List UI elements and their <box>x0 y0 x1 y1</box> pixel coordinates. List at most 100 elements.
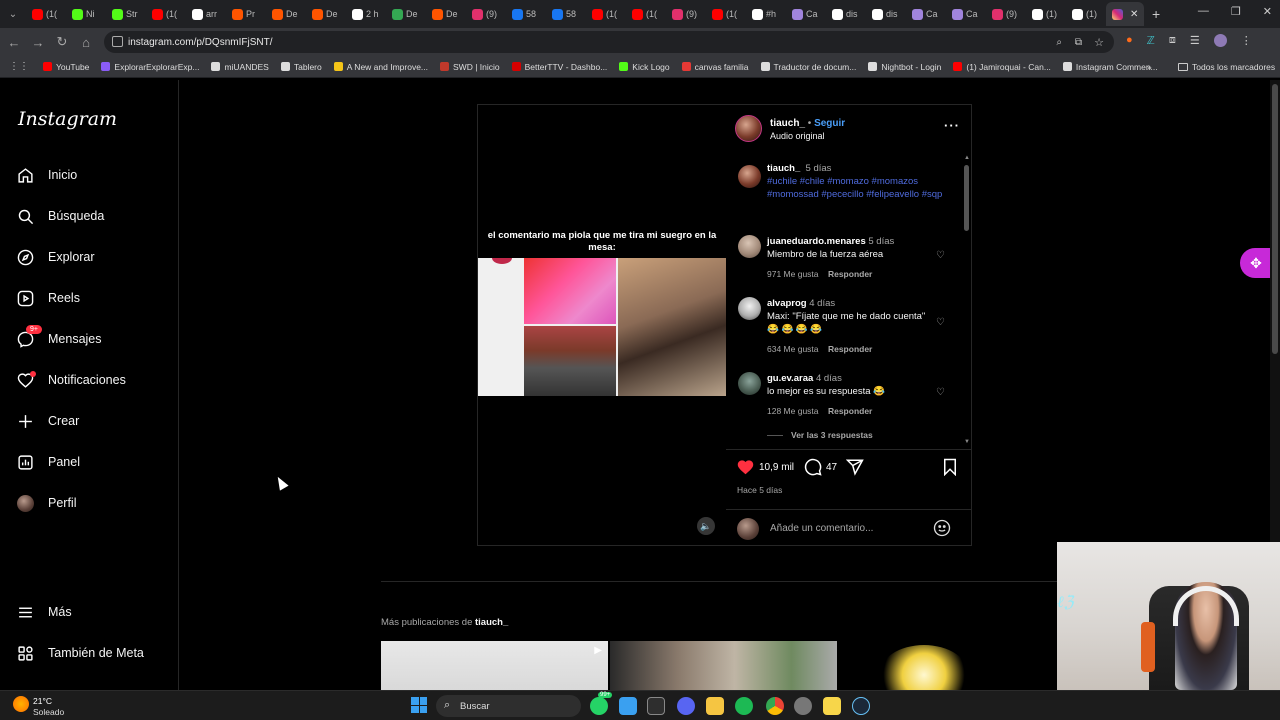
close-window-icon[interactable]: ✕ <box>1263 5 1272 18</box>
more-post-thumbnail[interactable] <box>610 641 837 690</box>
taskbar-app-spotify[interactable] <box>735 697 753 715</box>
comment-bubble-icon[interactable] <box>804 458 822 481</box>
comments-scrollbar-thumb[interactable] <box>964 165 969 231</box>
bookmark-item[interactable]: (1) Jamiroquai - Can... <box>953 62 1051 72</box>
emoji-icon[interactable] <box>933 519 951 542</box>
bookmark-item[interactable]: ExplorarExplorarExp... <box>101 62 199 72</box>
caption-hashtags[interactable]: #uchile #chile #momazo #momazos #momossa… <box>767 176 942 200</box>
restore-icon[interactable]: ❐ <box>1231 5 1241 18</box>
site-info-icon[interactable] <box>112 36 123 47</box>
taskbar-app-steam[interactable] <box>852 697 870 715</box>
taskbar-app-whatsapp[interactable]: 99+ <box>590 692 613 715</box>
bookmark-item[interactable]: A New and Improve... <box>333 62 428 72</box>
forward-icon[interactable]: → <box>26 30 50 54</box>
minimize-icon[interactable]: — <box>1198 5 1209 18</box>
nav-notifications[interactable]: Notificaciones <box>17 368 126 392</box>
comment-likes[interactable]: 128 Me gusta <box>767 406 819 416</box>
author-avatar[interactable] <box>735 115 762 142</box>
zoom-icon[interactable]: ⌕ <box>1056 37 1062 48</box>
comment-avatar[interactable] <box>738 297 761 320</box>
new-tab-button[interactable]: + <box>1152 6 1160 22</box>
instagram-logo[interactable]: Instagram <box>18 108 117 130</box>
taskbar-app-notes[interactable] <box>823 697 841 715</box>
back-icon[interactable]: ← <box>2 30 26 54</box>
browser-tab[interactable]: dis <box>826 2 866 26</box>
browser-tab[interactable]: Pr <box>226 2 266 26</box>
nav-create[interactable]: Crear <box>17 409 79 433</box>
weather-description[interactable]: Soleado <box>33 707 64 717</box>
tab-search-button[interactable]: ⌄ <box>0 2 26 26</box>
browser-tab[interactable]: (1( <box>146 2 186 26</box>
follow-button[interactable]: Seguir <box>814 118 845 129</box>
browser-tab[interactable]: 58 <box>506 2 546 26</box>
bookmark-item[interactable]: canvas familia <box>681 62 749 72</box>
audio-label[interactable]: Audio original <box>770 131 825 141</box>
browser-menu-icon[interactable]: ⋮ <box>1241 34 1252 47</box>
bookmark-item[interactable]: Traductor de docum... <box>760 62 856 72</box>
caption-username[interactable]: tiauch_ <box>767 163 800 174</box>
floating-extension-button[interactable]: ✥ <box>1240 248 1272 278</box>
likes-count[interactable]: 10,9 mil <box>759 462 794 473</box>
comment-input[interactable]: Añade un comentario... <box>770 523 873 534</box>
comment-avatar[interactable] <box>738 235 761 258</box>
browser-tab[interactable]: Ca <box>786 2 826 26</box>
browser-tab[interactable]: 2 h <box>346 2 386 26</box>
share-send-icon[interactable] <box>845 458 864 481</box>
browser-tab[interactable]: De <box>266 2 306 26</box>
comment-avatar[interactable] <box>738 372 761 395</box>
weather-temperature[interactable]: 21°C <box>33 696 52 706</box>
apps-grid-icon[interactable]: ⋮⋮ <box>9 61 29 72</box>
reload-icon[interactable]: ↻ <box>50 30 74 54</box>
browser-tab[interactable]: dis <box>866 2 906 26</box>
browser-tab[interactable]: (1) <box>1026 2 1066 26</box>
home-icon[interactable]: ⌂ <box>74 30 98 54</box>
nav-home[interactable]: Inicio <box>17 163 77 187</box>
reply-button[interactable]: Responder <box>828 269 872 279</box>
browser-tab[interactable]: (1( <box>586 2 626 26</box>
scroll-down-arrow-icon[interactable]: ▼ <box>964 439 970 445</box>
scroll-up-arrow-icon[interactable]: ▲ <box>964 155 970 161</box>
view-replies-button[interactable]: Ver las 3 respuestas <box>767 430 873 440</box>
browser-tab[interactable]: (1( <box>26 2 66 26</box>
nav-also-from-meta[interactable]: También de Meta <box>17 641 144 665</box>
like-comment-heart-icon[interactable]: ♡ <box>936 317 945 328</box>
like-comment-heart-icon[interactable]: ♡ <box>936 250 945 261</box>
like-heart-icon[interactable] <box>736 458 755 480</box>
bookmark-item[interactable]: Kick Logo <box>619 62 670 72</box>
browser-tab[interactable]: Ca <box>906 2 946 26</box>
browser-tab[interactable]: (9) <box>466 2 506 26</box>
browser-tab[interactable]: (1( <box>706 2 746 26</box>
save-bookmark-icon[interactable] <box>942 458 958 481</box>
browser-tab[interactable]: Ni <box>66 2 106 26</box>
browser-tab[interactable]: 58 <box>546 2 586 26</box>
all-bookmarks-folder[interactable]: Todos los marcadores <box>1178 62 1275 72</box>
taskbar-app-chrome[interactable] <box>766 697 784 715</box>
browser-tab[interactable]: De <box>386 2 426 26</box>
comment-username[interactable]: gu.ev.araa <box>767 373 813 384</box>
extension-fox-icon[interactable]: ● <box>1126 34 1133 47</box>
extension-translate-icon[interactable]: ℤ <box>1147 34 1155 47</box>
comment-likes[interactable]: 971 Me gusta <box>767 269 819 279</box>
bookmark-item[interactable]: Instagram Commen... <box>1062 62 1158 72</box>
caption-avatar[interactable] <box>738 165 761 188</box>
bookmark-item[interactable]: Tablero <box>280 62 322 72</box>
bookmarks-overflow-icon[interactable]: » <box>1147 62 1152 72</box>
browser-tab-active[interactable]: ✕ <box>1106 2 1144 26</box>
page-scrollbar-thumb[interactable] <box>1272 84 1278 354</box>
more-options-icon[interactable]: ··· <box>944 118 960 133</box>
like-comment-heart-icon[interactable]: ♡ <box>936 387 945 398</box>
nav-explore[interactable]: Explorar <box>17 245 95 269</box>
reply-button[interactable]: Responder <box>828 406 872 416</box>
bookmark-item[interactable]: YouTube <box>43 62 89 72</box>
browser-tab[interactable]: arr <box>186 2 226 26</box>
bookmark-item[interactable]: BetterTTV - Dashbo... <box>511 62 607 72</box>
browser-tab[interactable]: #h <box>746 2 786 26</box>
browser-tab[interactable]: De <box>306 2 346 26</box>
taskbar-app-notepad[interactable] <box>619 697 637 715</box>
comment-username[interactable]: alvaprog <box>767 298 807 309</box>
taskbar-app-settings[interactable] <box>794 697 812 715</box>
more-posts-user[interactable]: tiauch_ <box>475 617 508 628</box>
browser-tab[interactable]: (1( <box>626 2 666 26</box>
comment-username[interactable]: juaneduardo.menares <box>767 236 866 247</box>
start-button[interactable] <box>411 697 427 713</box>
